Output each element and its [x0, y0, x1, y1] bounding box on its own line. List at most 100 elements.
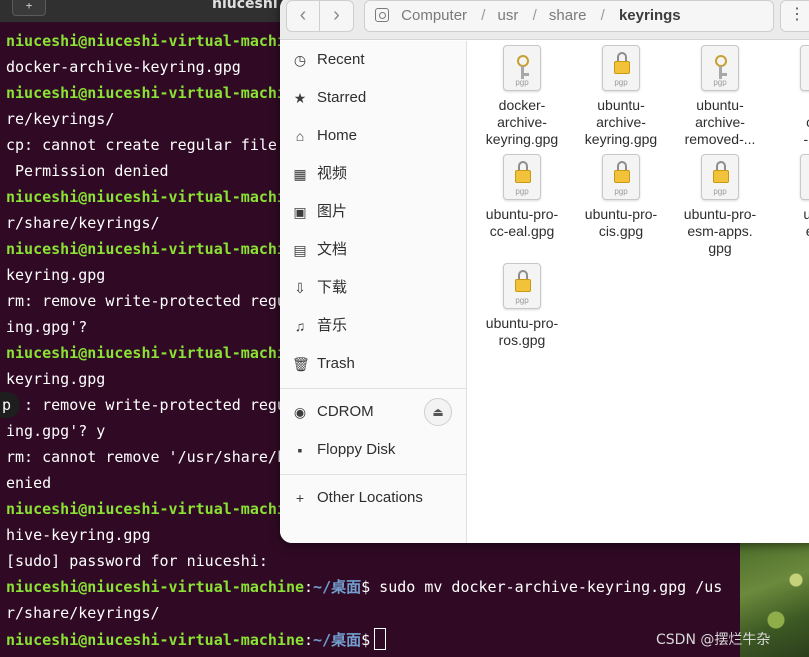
- command-text: r/share/keyrings/: [6, 604, 160, 622]
- prompt-colon: :: [304, 631, 314, 649]
- location-pathbar[interactable]: Computer / usr / share / keyrings: [364, 0, 774, 32]
- pgp-label: pgp: [713, 187, 727, 196]
- download-icon: ⇩: [294, 280, 306, 296]
- file-item[interactable]: pgp ubuntu-pro-cc-eal.gpg: [474, 154, 570, 240]
- file-name-line: cis.gpg: [598, 223, 644, 239]
- pgp-key-file-icon: pgp: [701, 45, 739, 91]
- file-name-line: gpg: [708, 240, 732, 256]
- places-sidebar: ◷ Recent ★ Starred ⌂ Home ▦ 视频 ▣ 图片 ▤ 文档 ⇩ 下载 ♫ 音乐 🗑 Tras…: [280, 41, 467, 543]
- prompt-user: niuceshi@niuceshi-virtual-machine: [6, 578, 305, 596]
- file-name-line: cc-eal.gpg: [489, 223, 555, 239]
- output-text: Permission denied: [6, 162, 169, 180]
- output-text: re/keyrings/: [6, 110, 115, 128]
- pgp-lock-file-icon: pgp: [503, 263, 541, 309]
- file-name-line: ubuntu-pro-: [485, 206, 559, 222]
- file-name-line: ubun: [803, 206, 809, 222]
- path-segment-share[interactable]: share: [549, 7, 587, 24]
- terminal-command-wrap: r/share/keyrings/: [6, 602, 736, 628]
- plus-icon: +: [295, 490, 305, 506]
- file-manager-window[interactable]: ‹ › Computer / usr / share / keyrings ⋮ …: [280, 0, 809, 543]
- file-name-line: docker-: [498, 97, 546, 113]
- sidebar-item-label: Starred: [317, 89, 367, 106]
- prompt-user: niuceshi@niuceshi-virtual-machi: [6, 32, 286, 50]
- file-name-line: g: [771, 240, 809, 257]
- document-icon: ▤: [293, 242, 307, 258]
- file-name-line: esm: [771, 223, 809, 240]
- file-item[interactable]: pgp ubuntu-archive-keyring.gpg: [573, 45, 669, 148]
- prompt-user: niuceshi@niuceshi-virtual-machi: [6, 500, 286, 518]
- disc-icon: ◉: [293, 404, 307, 420]
- path-segment-computer[interactable]: Computer: [401, 7, 467, 24]
- file-name-line: -keyr: [803, 131, 809, 147]
- output-text: enied: [6, 474, 52, 492]
- output-text: rm: remove write-protected regu: [6, 292, 286, 310]
- output-text: keyring.gpg: [6, 370, 106, 388]
- menu-button[interactable]: ⋮: [780, 0, 809, 32]
- prompt-colon: :: [304, 578, 314, 596]
- pgp-label: pgp: [801, 78, 809, 87]
- file-manager-headerbar: ‹ › Computer / usr / share / keyrings ⋮: [280, 0, 809, 40]
- sidebar-item-音乐[interactable]: ♫ 音乐: [280, 307, 467, 345]
- sidebar-item-label: Recent: [317, 51, 365, 68]
- pgp-key-file-icon: pgp: [503, 45, 541, 91]
- eject-button[interactable]: ⏏: [424, 398, 452, 426]
- file-name-line: clou: [771, 114, 809, 131]
- sidebar-item-label: 音乐: [317, 317, 348, 334]
- pgp-lock-file-icon: pgp: [800, 154, 809, 200]
- sidebar-item-下载[interactable]: ⇩ 下载: [280, 269, 467, 307]
- forward-button[interactable]: ›: [320, 0, 354, 32]
- file-name-line: keyring.gpg: [584, 131, 658, 147]
- file-item[interactable]: pgp ubuntu-pro-ros.gpg: [474, 263, 570, 349]
- file-item[interactable]: pgp ubuntu-pro-cis.gpg: [573, 154, 669, 240]
- sidebar-item-home[interactable]: ⌂ Home: [280, 117, 467, 155]
- new-tab-button[interactable]: +: [12, 0, 46, 16]
- file-name-line: removed-...: [684, 131, 756, 147]
- path-separator: /: [532, 7, 537, 24]
- file-name-line: archive-: [497, 114, 547, 130]
- prompt-user: niuceshi@niuceshi-virtual-machi: [6, 240, 286, 258]
- sidebar-item-label: Trash: [317, 355, 355, 372]
- sidebar-item-trash[interactable]: 🗑 Trash: [280, 345, 467, 383]
- file-item[interactable]: pgp ubclou-keyr: [771, 45, 809, 148]
- sidebar-item-other-locations[interactable]: + Other Locations: [280, 479, 467, 517]
- prompt-user: niuceshi@niuceshi-virtual-machi: [6, 344, 286, 362]
- terminal-line: [sudo] password for niuceshi:: [6, 550, 736, 576]
- file-name-line: ubuntu-: [696, 97, 744, 113]
- back-button[interactable]: ‹: [286, 0, 320, 32]
- output-text: r/share/keyrings/: [6, 214, 160, 232]
- file-grid: pgp docker-archive-keyring.gpg pgp ubuntu-a…: [468, 41, 809, 543]
- path-segment-usr[interactable]: usr: [498, 7, 519, 24]
- path-separator: /: [600, 7, 605, 24]
- sidebar-item-文档[interactable]: ▤ 文档: [280, 231, 467, 269]
- path-segment-current[interactable]: keyrings: [619, 7, 681, 24]
- sidebar-item-label: CDROM: [317, 403, 374, 420]
- disk-icon: [375, 8, 389, 22]
- sidebar-item-图片[interactable]: ▣ 图片: [280, 193, 467, 231]
- terminal-cursor[interactable]: [374, 628, 387, 650]
- csdn-watermark: CSDN @摆烂牛杂: [656, 632, 771, 648]
- file-item[interactable]: pgp ubuntu-archive-removed-...: [672, 45, 768, 148]
- prompt-user: niuceshi@niuceshi-virtual-machi: [6, 84, 286, 102]
- terminal-title: niuceshi: [212, 0, 278, 12]
- music-icon: ♫: [294, 318, 306, 334]
- path-separator: /: [481, 7, 486, 24]
- sidebar-item-视频[interactable]: ▦ 视频: [280, 155, 467, 193]
- file-item[interactable]: pgp ubuntu-pro-esm-apps. gpg: [672, 154, 768, 257]
- prompt-path: ~/桌面: [313, 631, 362, 649]
- file-item[interactable]: pgp docker-archive-keyring.gpg: [474, 45, 570, 148]
- output-text: cp: cannot create regular file: [6, 136, 277, 154]
- pgp-label: pgp: [515, 296, 529, 305]
- trash-icon: 🗑: [292, 356, 310, 372]
- sidebar-device-cdrom[interactable]: ◉ CDROM ⏏: [280, 393, 467, 431]
- file-item[interactable]: pgp ubunesmg: [771, 154, 809, 257]
- sidebar-item-label: 文档: [317, 241, 348, 258]
- file-name-line: ubuntu-pro-: [485, 315, 559, 331]
- pgp-label: pgp: [515, 78, 529, 87]
- terminal-command-line: niuceshi@niuceshi-virtual-machine:~/桌面$ …: [6, 576, 736, 602]
- sidebar-item-starred[interactable]: ★ Starred: [280, 79, 467, 117]
- sidebar-item-recent[interactable]: ◷ Recent: [280, 41, 467, 79]
- pgp-label: pgp: [801, 187, 809, 196]
- sidebar-device-floppy-disk[interactable]: ▪ Floppy Disk: [280, 431, 467, 469]
- output-text: keyring.gpg: [6, 266, 106, 284]
- video-icon: ▦: [293, 166, 307, 182]
